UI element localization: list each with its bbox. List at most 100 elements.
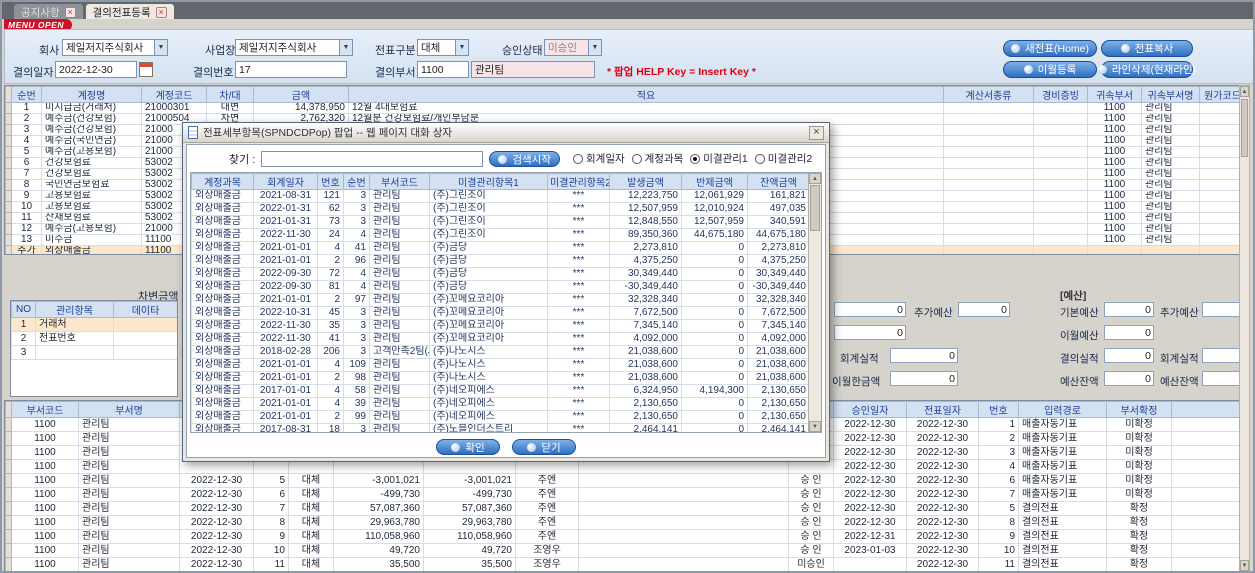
cell[interactable]: *** bbox=[547, 345, 610, 359]
cell[interactable]: 1100 bbox=[1087, 135, 1142, 147]
cell[interactable]: 1100 bbox=[1087, 179, 1142, 191]
cell[interactable]: 확정 bbox=[1106, 515, 1172, 530]
cell[interactable]: 21,038,600 bbox=[609, 371, 682, 385]
cell[interactable]: 관리팀 bbox=[78, 543, 180, 558]
cell[interactable]: 관리팀 bbox=[369, 215, 430, 229]
cell[interactable]: 2022-11-30 bbox=[253, 332, 318, 346]
cell[interactable] bbox=[1033, 135, 1088, 147]
cell[interactable]: 고용보험료 bbox=[41, 190, 142, 202]
cell[interactable]: 대체 bbox=[288, 529, 334, 544]
cell[interactable]: 99 bbox=[343, 410, 370, 424]
cell[interactable] bbox=[113, 345, 177, 360]
cell[interactable]: 2022-12-30 bbox=[179, 501, 254, 516]
cell[interactable]: 1100 bbox=[1087, 190, 1142, 202]
cell[interactable]: 0 bbox=[681, 345, 748, 359]
cell[interactable]: 2022-12-30 bbox=[179, 529, 254, 544]
ok-button[interactable]: 확인 bbox=[436, 439, 500, 455]
cell[interactable]: *** bbox=[547, 254, 610, 268]
cell[interactable]: 98 bbox=[343, 371, 370, 385]
table-row[interactable]: 1100 관리팀 2022-12-30 9 대체 110,058,960 110,058,9… bbox=[5, 529, 1244, 544]
cell[interactable]: 21,038,600 bbox=[747, 358, 810, 372]
cell[interactable] bbox=[578, 543, 789, 558]
cell[interactable]: 3 bbox=[343, 202, 370, 216]
cell[interactable]: 고용보험료 bbox=[41, 201, 142, 213]
cell[interactable]: 2022-12-30 bbox=[833, 487, 907, 502]
cell[interactable]: 예수금(건강보험) bbox=[41, 124, 142, 136]
cell[interactable]: 1100 bbox=[1087, 201, 1142, 213]
cell[interactable]: 1100 bbox=[1087, 168, 1142, 180]
cell[interactable]: 외상매출금 bbox=[191, 189, 254, 203]
table-row[interactable]: 외상매출금 2017-08-31 18 3 관리팀 (주)노블인더스트리 *** 2,464,… bbox=[191, 423, 810, 432]
cell[interactable]: 3 bbox=[343, 189, 370, 203]
cell[interactable]: 승 인 bbox=[788, 515, 834, 530]
tab-close-icon[interactable]: × bbox=[64, 6, 76, 18]
cell[interactable]: 1100 bbox=[1087, 102, 1142, 114]
cell[interactable]: 41 bbox=[317, 332, 344, 346]
cell[interactable]: 주엔 bbox=[515, 501, 579, 516]
cell[interactable]: 건강보험료 bbox=[41, 168, 142, 180]
cell[interactable] bbox=[1171, 515, 1244, 530]
cell[interactable]: 외상매출금 bbox=[191, 358, 254, 372]
table-row[interactable]: 외상매출금 2021-01-01 2 97 관리팀 (주)꼬메요코리아 *** 32,328,… bbox=[191, 293, 810, 307]
cell[interactable]: 매출자동기표 bbox=[1018, 417, 1107, 432]
cell[interactable]: 외상매출금 bbox=[41, 245, 142, 254]
cell[interactable]: 0 bbox=[681, 306, 748, 320]
cell[interactable]: 45 bbox=[317, 306, 344, 320]
cell[interactable]: 10 bbox=[978, 543, 1019, 558]
cell[interactable]: 39 bbox=[343, 397, 370, 411]
cell[interactable] bbox=[1171, 473, 1244, 488]
cell[interactable]: 1100 bbox=[1087, 223, 1142, 235]
cell[interactable]: 외상매출금 bbox=[191, 423, 254, 432]
chevron-down-icon[interactable]: ▼ bbox=[588, 40, 601, 55]
chevron-down-icon[interactable]: ▼ bbox=[154, 40, 167, 55]
cell[interactable] bbox=[943, 234, 1034, 246]
dept-code-input[interactable] bbox=[417, 61, 469, 78]
cell[interactable]: 5 bbox=[11, 146, 42, 158]
table-row[interactable]: 1100 관리팀 2022-12-30 8 대체 29,963,780 29,963,780… bbox=[5, 515, 1244, 530]
cell[interactable]: 29,963,780 bbox=[423, 515, 516, 530]
cell[interactable]: 21000301 bbox=[141, 102, 207, 114]
cell[interactable]: *** bbox=[547, 280, 610, 294]
cell[interactable]: 관리팀 bbox=[369, 319, 430, 333]
cell[interactable]: 2022-12-30 bbox=[833, 445, 907, 460]
cell[interactable]: 2,273,810 bbox=[609, 241, 682, 255]
cell[interactable]: *** bbox=[547, 423, 610, 432]
cell[interactable]: 2022-12-30 bbox=[833, 473, 907, 488]
cell[interactable]: *** bbox=[547, 397, 610, 411]
cell[interactable]: 1100 bbox=[11, 431, 79, 446]
table-row[interactable]: 외상매출금 2022-09-30 72 4 관리팀 (주)금당 *** 30,349,440 0… bbox=[191, 267, 810, 281]
cell[interactable]: 0 bbox=[681, 293, 748, 307]
cell[interactable]: 외상매출금 bbox=[191, 202, 254, 216]
cell[interactable]: 4 bbox=[11, 135, 42, 147]
cell[interactable] bbox=[1033, 168, 1088, 180]
cell[interactable]: 고객만족2팀(J2 bbox=[369, 345, 430, 359]
cell[interactable]: 73 bbox=[317, 215, 344, 229]
cell[interactable]: 2018-02-28 bbox=[253, 345, 318, 359]
cell[interactable]: *** bbox=[547, 202, 610, 216]
cell[interactable]: 11 bbox=[978, 557, 1019, 571]
cell[interactable]: 4 bbox=[317, 397, 344, 411]
cell[interactable]: 주엔 bbox=[515, 473, 579, 488]
cell[interactable]: 산재보험료 bbox=[41, 212, 142, 224]
table-row[interactable]: 외상매출금 2022-11-30 35 3 관리팀 (주)꼬메요코리아 *** 7,345,1… bbox=[191, 319, 810, 333]
cell[interactable]: 7 bbox=[253, 501, 289, 516]
cell[interactable] bbox=[35, 345, 114, 360]
cell[interactable]: 32,328,340 bbox=[609, 293, 682, 307]
chevron-down-icon[interactable]: ▼ bbox=[455, 40, 468, 55]
cell[interactable]: 관리팀 bbox=[369, 254, 430, 268]
cell[interactable]: 관리팀 bbox=[78, 459, 180, 474]
cell[interactable]: 관리팀 bbox=[369, 241, 430, 255]
cell[interactable]: 관리팀 bbox=[78, 529, 180, 544]
cell[interactable]: 관리팀 bbox=[369, 371, 430, 385]
cell[interactable]: (주)네오피에스 bbox=[429, 410, 548, 424]
cell[interactable]: 12,848,550 bbox=[609, 215, 682, 229]
cell[interactable] bbox=[578, 515, 789, 530]
cell[interactable]: 결의전표 bbox=[1018, 501, 1107, 516]
chevron-down-icon[interactable]: ▼ bbox=[339, 40, 352, 55]
scroll-up-icon[interactable]: ▲ bbox=[1240, 86, 1249, 97]
cell[interactable]: (주)꼬메요코리아 bbox=[429, 306, 548, 320]
table-row[interactable]: 외상매출금 2021-08-31 121 3 관리팀 (주)그린조이 *** 12,223,7… bbox=[191, 189, 810, 203]
cell[interactable]: 12 bbox=[11, 223, 42, 235]
cell[interactable]: 2 bbox=[317, 371, 344, 385]
cell[interactable]: 2022-12-30 bbox=[179, 487, 254, 502]
